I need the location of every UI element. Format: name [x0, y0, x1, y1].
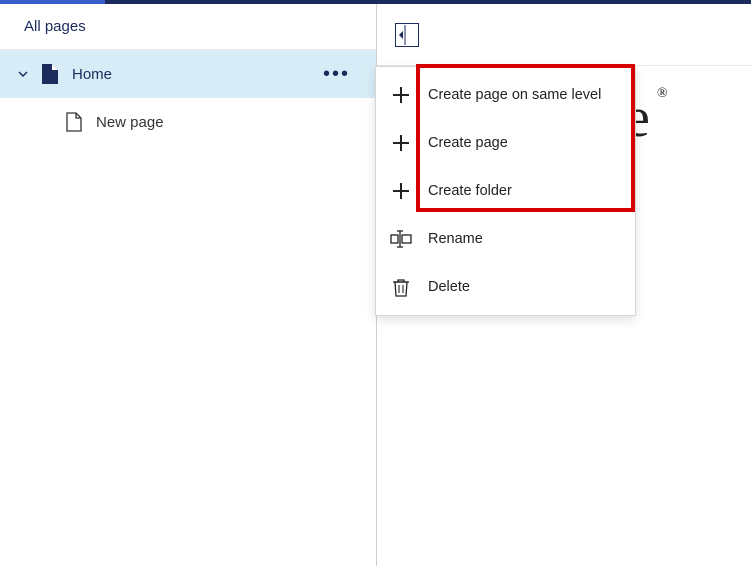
- menu-rename[interactable]: Rename: [376, 215, 635, 263]
- context-menu: Create page on same level Create page Cr…: [375, 66, 636, 316]
- registered-mark: ®: [657, 86, 668, 102]
- chevron-down-icon[interactable]: [18, 69, 28, 79]
- sidebar-title: All pages: [0, 4, 376, 50]
- plus-icon: [390, 180, 412, 202]
- pages-sidebar: All pages Home ••• New page: [0, 4, 377, 566]
- plus-icon: [390, 84, 412, 106]
- page-tree: Home ••• New page: [0, 50, 376, 146]
- page-filled-icon: [40, 63, 60, 85]
- tree-item-new-page[interactable]: New page: [0, 98, 376, 146]
- menu-create-page[interactable]: Create page: [376, 119, 635, 167]
- menu-item-label: Rename: [428, 231, 483, 247]
- menu-item-label: Delete: [428, 279, 470, 295]
- menu-create-folder[interactable]: Create folder: [376, 167, 635, 215]
- more-options-icon[interactable]: •••: [323, 63, 358, 86]
- page-outline-icon: [64, 111, 84, 133]
- menu-item-label: Create page on same level: [428, 87, 601, 103]
- menu-create-page-same-level[interactable]: Create page on same level: [376, 71, 635, 119]
- rename-icon: [390, 228, 412, 250]
- collapse-sidebar-button[interactable]: [395, 23, 419, 47]
- menu-item-label: Create folder: [428, 183, 512, 199]
- tree-item-home[interactable]: Home •••: [0, 50, 376, 98]
- menu-item-label: Create page: [428, 135, 508, 151]
- main-toolbar: [377, 4, 751, 66]
- plus-icon: [390, 132, 412, 154]
- trash-icon: [390, 276, 412, 298]
- tree-item-label: New page: [96, 114, 164, 131]
- tree-item-label: Home: [72, 66, 311, 83]
- menu-delete[interactable]: Delete: [376, 263, 635, 311]
